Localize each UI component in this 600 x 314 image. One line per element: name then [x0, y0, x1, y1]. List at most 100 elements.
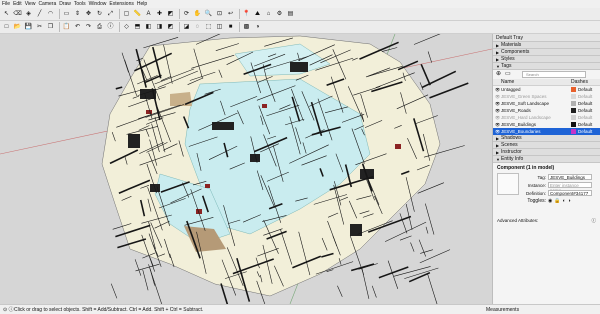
paste-icon[interactable]: 📋 [62, 23, 71, 32]
menu-file[interactable]: File [2, 0, 10, 8]
tag-color-swatch[interactable] [571, 101, 576, 106]
tag-row[interactable]: 👁 JESVE_Boundaries Default [493, 128, 600, 135]
add-location-icon[interactable]: 📍 [242, 10, 251, 19]
extension-icon[interactable]: ⚙ [275, 10, 284, 19]
rect-icon[interactable]: ▭ [62, 10, 71, 19]
iso-view-icon[interactable]: ◇ [122, 23, 131, 32]
add-tag-icon[interactable]: ⊕ [496, 71, 503, 78]
tag-color-swatch[interactable] [571, 115, 576, 120]
back-view-icon[interactable]: ◩ [166, 23, 175, 32]
move-icon[interactable]: ✥ [84, 10, 93, 19]
tags-search-input[interactable]: Search [522, 71, 586, 78]
redo-icon[interactable]: ↷ [84, 23, 93, 32]
new-icon[interactable]: □ [2, 23, 11, 32]
panel-styles[interactable]: ▶ Styles [493, 56, 600, 63]
receive-shadows-icon[interactable]: ◑ [568, 198, 571, 204]
axes-icon[interactable]: ✚ [155, 10, 164, 19]
zoom-icon[interactable]: 🔍 [204, 10, 213, 19]
scale-icon[interactable]: ⤢ [106, 10, 115, 19]
xray-icon[interactable]: ◌ [193, 23, 202, 32]
select-icon[interactable]: ↖ [2, 10, 11, 19]
menu-tools[interactable]: Tools [74, 0, 86, 8]
instance-input[interactable]: Enter instance name [548, 182, 592, 193]
panel-materials[interactable]: ▶ Materials [493, 42, 600, 49]
tag-row[interactable]: 👁 JESVE_Hard Landscape Default [493, 114, 600, 121]
tag-dashes[interactable]: Default [578, 115, 592, 120]
hidden-line-icon[interactable]: ◫ [215, 23, 224, 32]
hidden-toggle-icon[interactable]: ◉ [548, 198, 552, 204]
monochrome-icon[interactable]: ◑ [253, 23, 262, 32]
locked-toggle-icon[interactable]: 🔒 [554, 198, 560, 204]
shaded-icon[interactable]: ■ [226, 23, 235, 32]
previous-icon[interactable]: ↩ [226, 10, 235, 19]
tag-row[interactable]: 👁 JESVE_Soft Landscape Default [493, 100, 600, 107]
tape-icon[interactable]: 📏 [133, 10, 142, 19]
zoom-extents-icon[interactable]: ⊡ [215, 10, 224, 19]
tag-dashes[interactable]: Default [578, 101, 592, 106]
menu-window[interactable]: Window [89, 0, 107, 8]
top-view-icon[interactable]: ⬒ [133, 23, 142, 32]
arc-icon[interactable]: ◠ [46, 10, 55, 19]
col-name[interactable]: Name [501, 79, 571, 85]
tag-color-swatch[interactable] [571, 129, 576, 134]
print-icon[interactable]: ⎙ [95, 23, 104, 32]
panel-components[interactable]: ▶ Components [493, 49, 600, 56]
front-view-icon[interactable]: ◧ [144, 23, 153, 32]
model-viewport[interactable] [0, 34, 492, 304]
menu-view[interactable]: View [25, 0, 36, 8]
orbit-icon[interactable]: ⟳ [182, 10, 191, 19]
rotate-icon[interactable]: ↻ [95, 10, 104, 19]
warehouse-icon[interactable]: ⌂ [264, 10, 273, 19]
tag-color-swatch[interactable] [571, 94, 576, 99]
line-icon[interactable]: ╱ [35, 10, 44, 19]
info-icon[interactable]: ⓘ [592, 218, 597, 224]
paint-icon[interactable]: ◈ [24, 10, 33, 19]
menu-extensions[interactable]: Extensions [109, 0, 133, 8]
tag-dashes[interactable]: Default [578, 108, 592, 113]
tag-dashes[interactable]: Default [578, 129, 592, 134]
eraser-icon[interactable]: ⌫ [13, 10, 22, 19]
tag-row[interactable]: 👁 JESVE_Buildings Default [493, 121, 600, 128]
right-view-icon[interactable]: ◨ [155, 23, 164, 32]
left-view-icon[interactable]: ◪ [182, 23, 191, 32]
copy-icon[interactable]: ❐ [46, 23, 55, 32]
entity-info-header[interactable]: ▼ Entity Info [493, 156, 600, 163]
advanced-attributes-label[interactable]: Advanced Attributes: [497, 218, 538, 224]
section-icon[interactable]: ◩ [166, 10, 175, 19]
tag-row[interactable]: 👁 Untagged Default [493, 86, 600, 93]
textured-icon[interactable]: ▩ [242, 23, 251, 32]
menu-draw[interactable]: Draw [59, 0, 71, 8]
panel-instructor[interactable]: ▶ Instructor [493, 149, 600, 156]
tag-select[interactable]: JESVE_Buildings [548, 174, 592, 180]
add-folder-icon[interactable]: ▭ [505, 71, 512, 78]
terrain-icon[interactable]: ⛰ [253, 10, 262, 19]
tag-row[interactable]: 👁 JESVE_Green Spaces Default [493, 93, 600, 100]
wireframe-icon[interactable]: ⬚ [204, 23, 213, 32]
tag-dashes[interactable]: Default [578, 94, 592, 99]
push-pull-icon[interactable]: ⇕ [73, 10, 82, 19]
col-dashes[interactable]: Dashes [571, 79, 588, 85]
panel-scenes[interactable]: ▶ Scenes [493, 142, 600, 149]
menu-edit[interactable]: Edit [13, 0, 22, 8]
tag-row[interactable]: 👁 JESVE_Roads Default [493, 107, 600, 114]
save-icon[interactable]: 💾 [24, 23, 33, 32]
tag-dashes[interactable]: Default [578, 87, 592, 92]
panel-shadows[interactable]: ▶ Shadows [493, 135, 600, 142]
tag-dashes[interactable]: Default [578, 122, 592, 127]
cut-icon[interactable]: ✂ [35, 23, 44, 32]
offset-icon[interactable]: ▢ [122, 10, 131, 19]
tag-color-swatch[interactable] [571, 108, 576, 113]
tag-color-swatch[interactable] [571, 122, 576, 127]
menu-help[interactable]: Help [137, 0, 147, 8]
layout-icon[interactable]: ▤ [286, 10, 295, 19]
menu-camera[interactable]: Camera [38, 0, 56, 8]
pan-icon[interactable]: ✋ [193, 10, 202, 19]
text-icon[interactable]: A [144, 10, 153, 19]
open-icon[interactable]: 📂 [13, 23, 22, 32]
definition-input[interactable]: Component#34177 [548, 190, 592, 196]
model-info-icon[interactable]: ⓘ [106, 23, 115, 32]
undo-icon[interactable]: ↶ [73, 23, 82, 32]
tags-panel-header[interactable]: ▼ Tags [493, 63, 600, 70]
cast-shadows-icon[interactable]: ◐ [563, 198, 566, 204]
tag-color-swatch[interactable] [571, 87, 576, 92]
